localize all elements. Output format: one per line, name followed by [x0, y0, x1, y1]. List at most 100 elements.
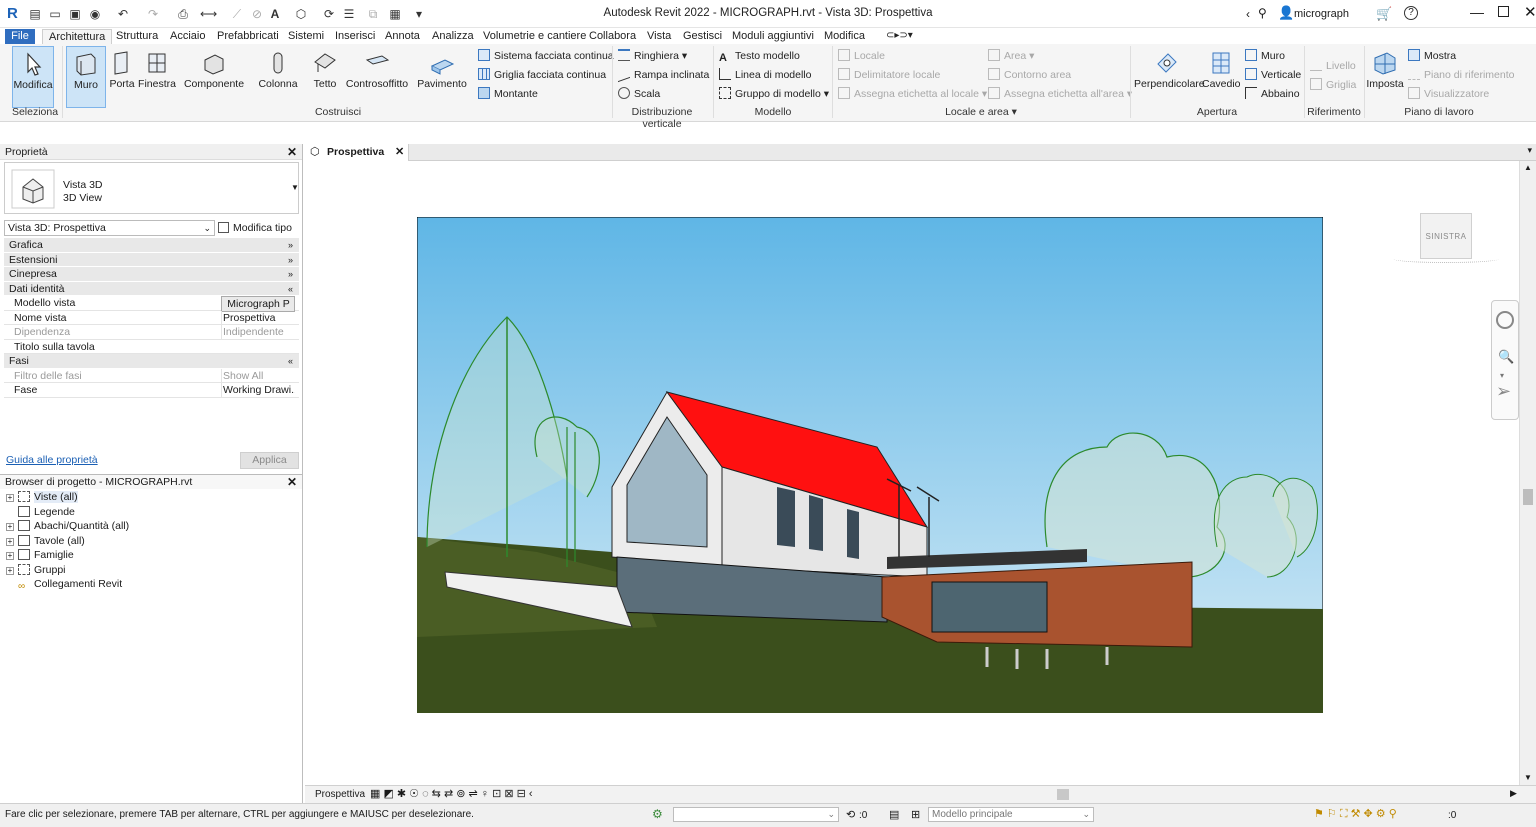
close-tab-icon[interactable]: ✕: [395, 145, 404, 158]
contorno-area-button[interactable]: Contorno area: [988, 67, 1071, 83]
select-links-icon[interactable]: ⚑ ⚐ ⛶ ⚒ ✥ ⚙ ⚲: [1314, 807, 1397, 821]
cavedio-button[interactable]: Cavedio: [1202, 46, 1241, 108]
horizontal-scroll-thumb[interactable]: [1057, 789, 1069, 800]
tab-architettura[interactable]: Architettura: [42, 29, 113, 44]
scroll-thumb[interactable]: [1523, 489, 1533, 505]
scroll-up-icon[interactable]: ▲: [1524, 163, 1532, 172]
etichetta-area-button[interactable]: Assegna etichetta all'area ▾: [988, 86, 1132, 102]
tree-item-legende[interactable]: Legende: [18, 505, 75, 519]
gruppo-modello-button[interactable]: Gruppo di modello ▾: [719, 86, 829, 102]
cart-icon[interactable]: 🛒: [1376, 6, 1392, 22]
tab-annota[interactable]: Annota: [379, 29, 426, 44]
visual-style-icon[interactable]: ▦ ◩ ✱ ☉ ◌ ⇆ ⇄ ⊚ ⇌ ♀ ⊡ ⊠ ⊟ ‹: [370, 787, 533, 800]
instance-selector[interactable]: Vista 3D: Prospettiva ⌄: [4, 220, 215, 236]
category-fasi[interactable]: Fasi «: [4, 354, 299, 369]
design-option-dropdown[interactable]: Modello principale ⌄: [928, 807, 1094, 822]
linea-modello-button[interactable]: Linea di modello: [719, 67, 811, 83]
viewcube[interactable]: SINISTRA: [1420, 213, 1472, 259]
ringhiera-button[interactable]: Ringhiera ▾: [618, 48, 687, 64]
livello-button[interactable]: Livello: [1310, 58, 1356, 74]
properties-help-link[interactable]: Guida alle proprietà: [6, 454, 98, 466]
scroll-right-icon[interactable]: ▶: [1510, 788, 1517, 799]
drawing-area[interactable]: SINISTRA 🔍 ▾ ➢: [305, 161, 1519, 785]
tree-item-tavole[interactable]: + Tavole (all): [6, 534, 85, 548]
piano-riferimento-button[interactable]: Piano di riferimento: [1408, 67, 1514, 83]
tab-file[interactable]: File: [5, 29, 35, 44]
prop-row[interactable]: Nome vista Prospettiva: [4, 310, 299, 325]
testo-modello-button[interactable]: A Testo modello: [719, 48, 800, 64]
close-browser-button[interactable]: ✕: [287, 475, 297, 490]
rampa-button[interactable]: Rampa inclinata: [618, 65, 709, 83]
tab-moduli[interactable]: Moduli aggiuntivi: [726, 29, 820, 44]
verticale-button[interactable]: Verticale: [1245, 67, 1301, 83]
sistema-facciata-button[interactable]: Sistema facciata continua: [478, 48, 614, 64]
viewcube-compass[interactable]: [1393, 255, 1499, 263]
controsoffitto-button[interactable]: Controsoffitto: [344, 46, 410, 108]
muro-button[interactable]: Muro: [66, 46, 106, 108]
tree-item-gruppi[interactable]: + Gruppi: [6, 563, 66, 577]
delimitatore-button[interactable]: Delimitatore locale: [838, 67, 940, 83]
zoom-icon[interactable]: 🔍: [1498, 349, 1514, 365]
apertura-muro-button[interactable]: Muro: [1245, 48, 1285, 64]
etichetta-locale-button[interactable]: Assegna etichetta al locale ▾: [838, 86, 987, 102]
scroll-down-icon[interactable]: ▼: [1524, 773, 1532, 782]
navigation-menu-icon[interactable]: ▾: [1500, 371, 1504, 380]
category-grafica[interactable]: Grafica»: [4, 238, 299, 253]
editable-only-icon[interactable]: ⟲: [846, 808, 855, 821]
tab-collabora[interactable]: Collabora: [583, 29, 642, 44]
prop-row[interactable]: Modello vista Micrograph P: [4, 296, 299, 312]
view-tab-prospettiva[interactable]: ⬡ Prospettiva ✕: [305, 144, 409, 161]
user-icon[interactable]: 👤: [1278, 5, 1294, 21]
tab-inserisci[interactable]: Inserisci: [329, 29, 381, 44]
type-selector[interactable]: Vista 3D 3D View ▼: [4, 162, 299, 214]
category-estensioni[interactable]: Estensioni»: [4, 252, 299, 267]
pavimento-button[interactable]: Pavimento: [416, 46, 468, 108]
ribbon-toggle-icon[interactable]: ⊂▸⊃▾: [880, 29, 919, 44]
tree-item-famiglie[interactable]: + Famiglie: [6, 548, 74, 562]
close-window-button[interactable]: ✕: [1524, 3, 1536, 21]
imposta-button[interactable]: Imposta: [1366, 46, 1404, 108]
montante-button[interactable]: Montante: [478, 86, 538, 102]
abbaino-button[interactable]: Abbaino: [1245, 86, 1300, 102]
componente-button[interactable]: Componente: [182, 46, 246, 108]
prop-row[interactable]: Dipendenza Indipendente: [4, 325, 299, 340]
design-options-icon[interactable]: ▤: [889, 808, 899, 821]
category-dati-identita[interactable]: Dati identità «: [4, 281, 299, 296]
tab-vista[interactable]: Vista: [641, 29, 677, 44]
binoculars-icon[interactable]: ⚲: [1258, 6, 1267, 20]
send-icon[interactable]: ➢: [1496, 381, 1511, 402]
locale-button[interactable]: Locale: [838, 48, 885, 64]
tree-item-viste[interactable]: + Viste (all): [6, 490, 78, 504]
tab-gestisci[interactable]: Gestisci: [677, 29, 728, 44]
scala-button[interactable]: Scala: [618, 86, 660, 102]
prop-row[interactable]: Fase Working Drawi...: [4, 383, 299, 398]
workset-dropdown[interactable]: ⌄: [673, 807, 839, 822]
tree-item-collegamenti[interactable]: ∞ Collegamenti Revit: [18, 577, 122, 592]
tab-menu-icon[interactable]: ▾: [1527, 145, 1532, 156]
tab-modifica[interactable]: Modifica: [818, 29, 871, 44]
tab-prefabbricati[interactable]: Prefabbricati: [211, 29, 285, 44]
tab-sistemi[interactable]: Sistemi: [282, 29, 330, 44]
finestra-button[interactable]: Finestra: [138, 46, 176, 108]
colonna-button[interactable]: Colonna: [256, 46, 300, 108]
modifica-button[interactable]: Modifica: [12, 46, 54, 108]
apply-button[interactable]: Applica: [240, 452, 299, 469]
porta-button[interactable]: Porta: [108, 46, 136, 108]
design-option-icon[interactable]: ⊞: [911, 808, 920, 821]
tab-volumetrie[interactable]: Volumetrie e cantiere: [477, 29, 592, 44]
perpendicolare-button[interactable]: Perpendicolare: [1134, 46, 1205, 108]
worksharing-icon[interactable]: ⚙: [652, 807, 663, 821]
steering-wheel-icon[interactable]: [1496, 311, 1514, 329]
panel-seleziona[interactable]: Seleziona: [8, 106, 62, 118]
prop-row[interactable]: Titolo sulla tavola: [4, 340, 299, 354]
mostra-button[interactable]: Mostra: [1408, 48, 1456, 64]
help-icon[interactable]: ?: [1404, 6, 1418, 20]
minimize-button[interactable]: —: [1470, 4, 1484, 20]
panel-locale-area[interactable]: Locale e area ▾: [832, 106, 1130, 118]
category-cinepresa[interactable]: Cinepresa»: [4, 267, 299, 282]
tree-item-abachi[interactable]: + Abachi/Quantità (all): [6, 519, 129, 533]
tab-acciaio[interactable]: Acciaio: [164, 29, 211, 44]
maximize-button[interactable]: [1498, 6, 1509, 17]
tab-struttura[interactable]: Struttura: [110, 29, 164, 44]
prop-row[interactable]: Filtro delle fasi Show All: [4, 368, 299, 383]
